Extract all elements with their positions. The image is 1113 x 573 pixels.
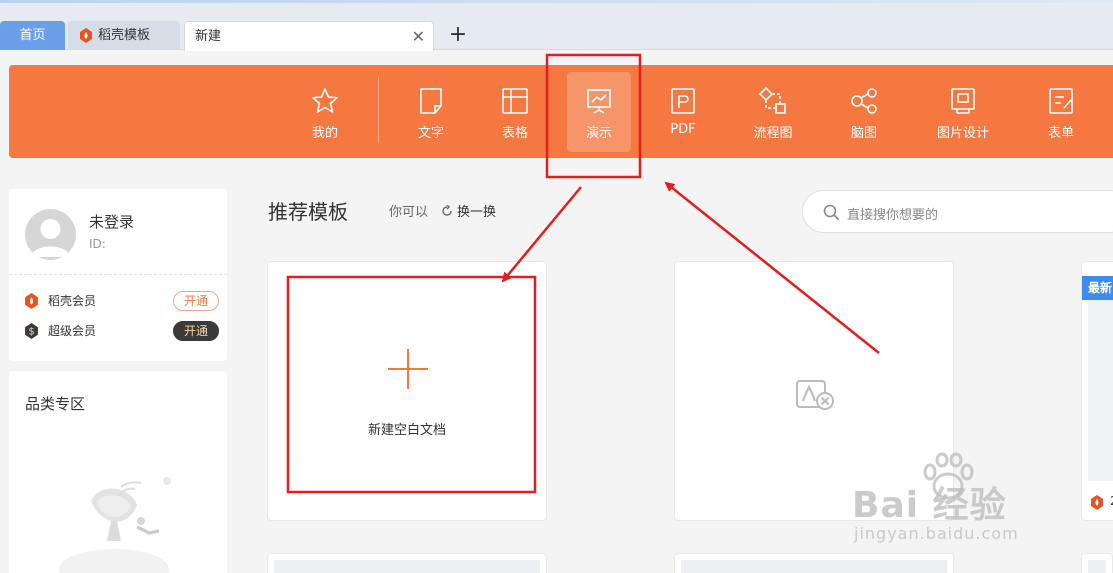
tool-presentation-label: 演示: [585, 126, 612, 141]
app-type-toolbar: 我的 文字 表格 演示 PDF 流程图 脑图 图片设计 表单: [9, 65, 1113, 158]
svg-text:$: $: [28, 327, 34, 338]
tab-daoke-label: 稻壳模板: [98, 28, 151, 43]
plus-icon[interactable]: +: [446, 22, 470, 48]
document-icon: [420, 88, 442, 114]
tool-spreadsheet-label: 表格: [501, 126, 528, 141]
open-daoke-member-button[interactable]: 开通: [173, 291, 219, 311]
search-icon: [823, 204, 840, 221]
mindmap-icon: [851, 88, 877, 114]
recommend-hint: 你可以: [389, 205, 429, 220]
template-card-footer: 2: [1090, 493, 1113, 511]
user-card: 未登录 ID: 稻壳会员 开通 $ 超级会员 开通: [9, 189, 227, 361]
spreadsheet-icon: [502, 88, 528, 114]
template-card[interactable]: [674, 553, 954, 573]
category-zone-card: 品类专区: [9, 371, 227, 573]
tool-image-design-label: 图片设计: [936, 126, 989, 141]
toolbar-divider: [378, 77, 379, 143]
new-badge: 最新: [1082, 276, 1113, 300]
baidu-jingyan-watermark: Bai 经验 jingyan.baidu.com: [852, 452, 1062, 552]
new-blank-document-label: 新建空白文档: [367, 423, 446, 438]
tool-writer-label: 文字: [417, 126, 444, 141]
refresh-icon: [442, 205, 452, 216]
broken-image-icon: [796, 380, 834, 410]
form-icon: [1049, 88, 1073, 114]
tool-mindmap[interactable]: 脑图: [832, 72, 896, 152]
watermark-url: jingyan.baidu.com: [854, 524, 1019, 543]
tab-daoke-templates[interactable]: 稻壳模板: [68, 21, 180, 50]
tool-form-label: 表单: [1047, 126, 1074, 141]
user-name[interactable]: 未登录: [89, 211, 134, 232]
user-id: ID:: [89, 237, 106, 251]
satellite-dish-illustration: [59, 477, 171, 573]
recommended-templates-title: 推荐模板: [268, 200, 348, 224]
search-input[interactable]: 直接搜你想要的: [802, 190, 1113, 233]
new-blank-document-card[interactable]: 新建空白文档: [267, 261, 547, 521]
tool-my-label: 我的: [311, 126, 338, 141]
avatar[interactable]: [25, 209, 76, 260]
super-member-icon: $: [25, 323, 38, 339]
tab-bar: 首页 稻壳模板 新建 ✕ +: [0, 0, 1113, 51]
template-thumbnail: [1088, 276, 1113, 481]
tool-pdf-label: PDF: [670, 122, 696, 137]
user-avatar-icon: [31, 219, 70, 257]
swap-label: 换一换: [457, 205, 497, 220]
tab-home[interactable]: 首页: [0, 21, 65, 50]
pdf-icon: [671, 88, 695, 114]
watermark-main-text: Bai 经验: [852, 485, 1007, 526]
tool-flowchart[interactable]: 流程图: [741, 72, 805, 152]
tool-flowchart-label: 流程图: [753, 126, 793, 141]
membership-daoke: 稻壳会员 开通: [24, 290, 219, 312]
tool-form[interactable]: 表单: [1029, 72, 1093, 152]
plus-icon: [388, 349, 428, 389]
search-placeholder: 直接搜你想要的: [847, 208, 939, 223]
template-thumbnail: [274, 560, 540, 573]
membership-super-label: 超级会员: [48, 324, 97, 338]
template-thumbnail: [681, 560, 947, 573]
tool-writer[interactable]: 文字: [399, 72, 463, 152]
tool-my[interactable]: 我的: [293, 72, 357, 152]
open-super-member-button[interactable]: 开通: [173, 321, 219, 341]
image-design-icon: [951, 88, 975, 114]
template-card[interactable]: 最新 2: [1081, 261, 1113, 521]
tool-image-design[interactable]: 图片设计: [931, 72, 995, 152]
daoke-member-icon: [25, 293, 38, 309]
tool-presentation[interactable]: 演示: [567, 72, 631, 152]
flowchart-icon: [758, 86, 786, 114]
swap-button[interactable]: 换一换: [441, 201, 496, 220]
star-icon: [312, 88, 338, 113]
daoke-logo-icon: [1091, 495, 1103, 510]
membership-super: $ 超级会员 开通: [24, 320, 219, 342]
tab-new-label: 新建: [195, 29, 222, 44]
tool-spreadsheet[interactable]: 表格: [483, 72, 547, 152]
daoke-logo-icon: [80, 28, 92, 43]
tool-mindmap-label: 脑图: [850, 126, 877, 141]
membership-daoke-label: 稻壳会员: [48, 294, 97, 308]
tool-pdf[interactable]: PDF: [651, 72, 715, 152]
tab-new[interactable]: 新建 ✕: [184, 21, 434, 51]
close-icon[interactable]: ✕: [412, 22, 425, 51]
category-zone-title: 品类专区: [25, 395, 86, 413]
template-card[interactable]: [1081, 553, 1113, 573]
template-thumbnail: [1088, 560, 1106, 573]
template-card[interactable]: [267, 553, 547, 573]
presentation-icon: [587, 89, 611, 114]
divider: [9, 274, 227, 275]
